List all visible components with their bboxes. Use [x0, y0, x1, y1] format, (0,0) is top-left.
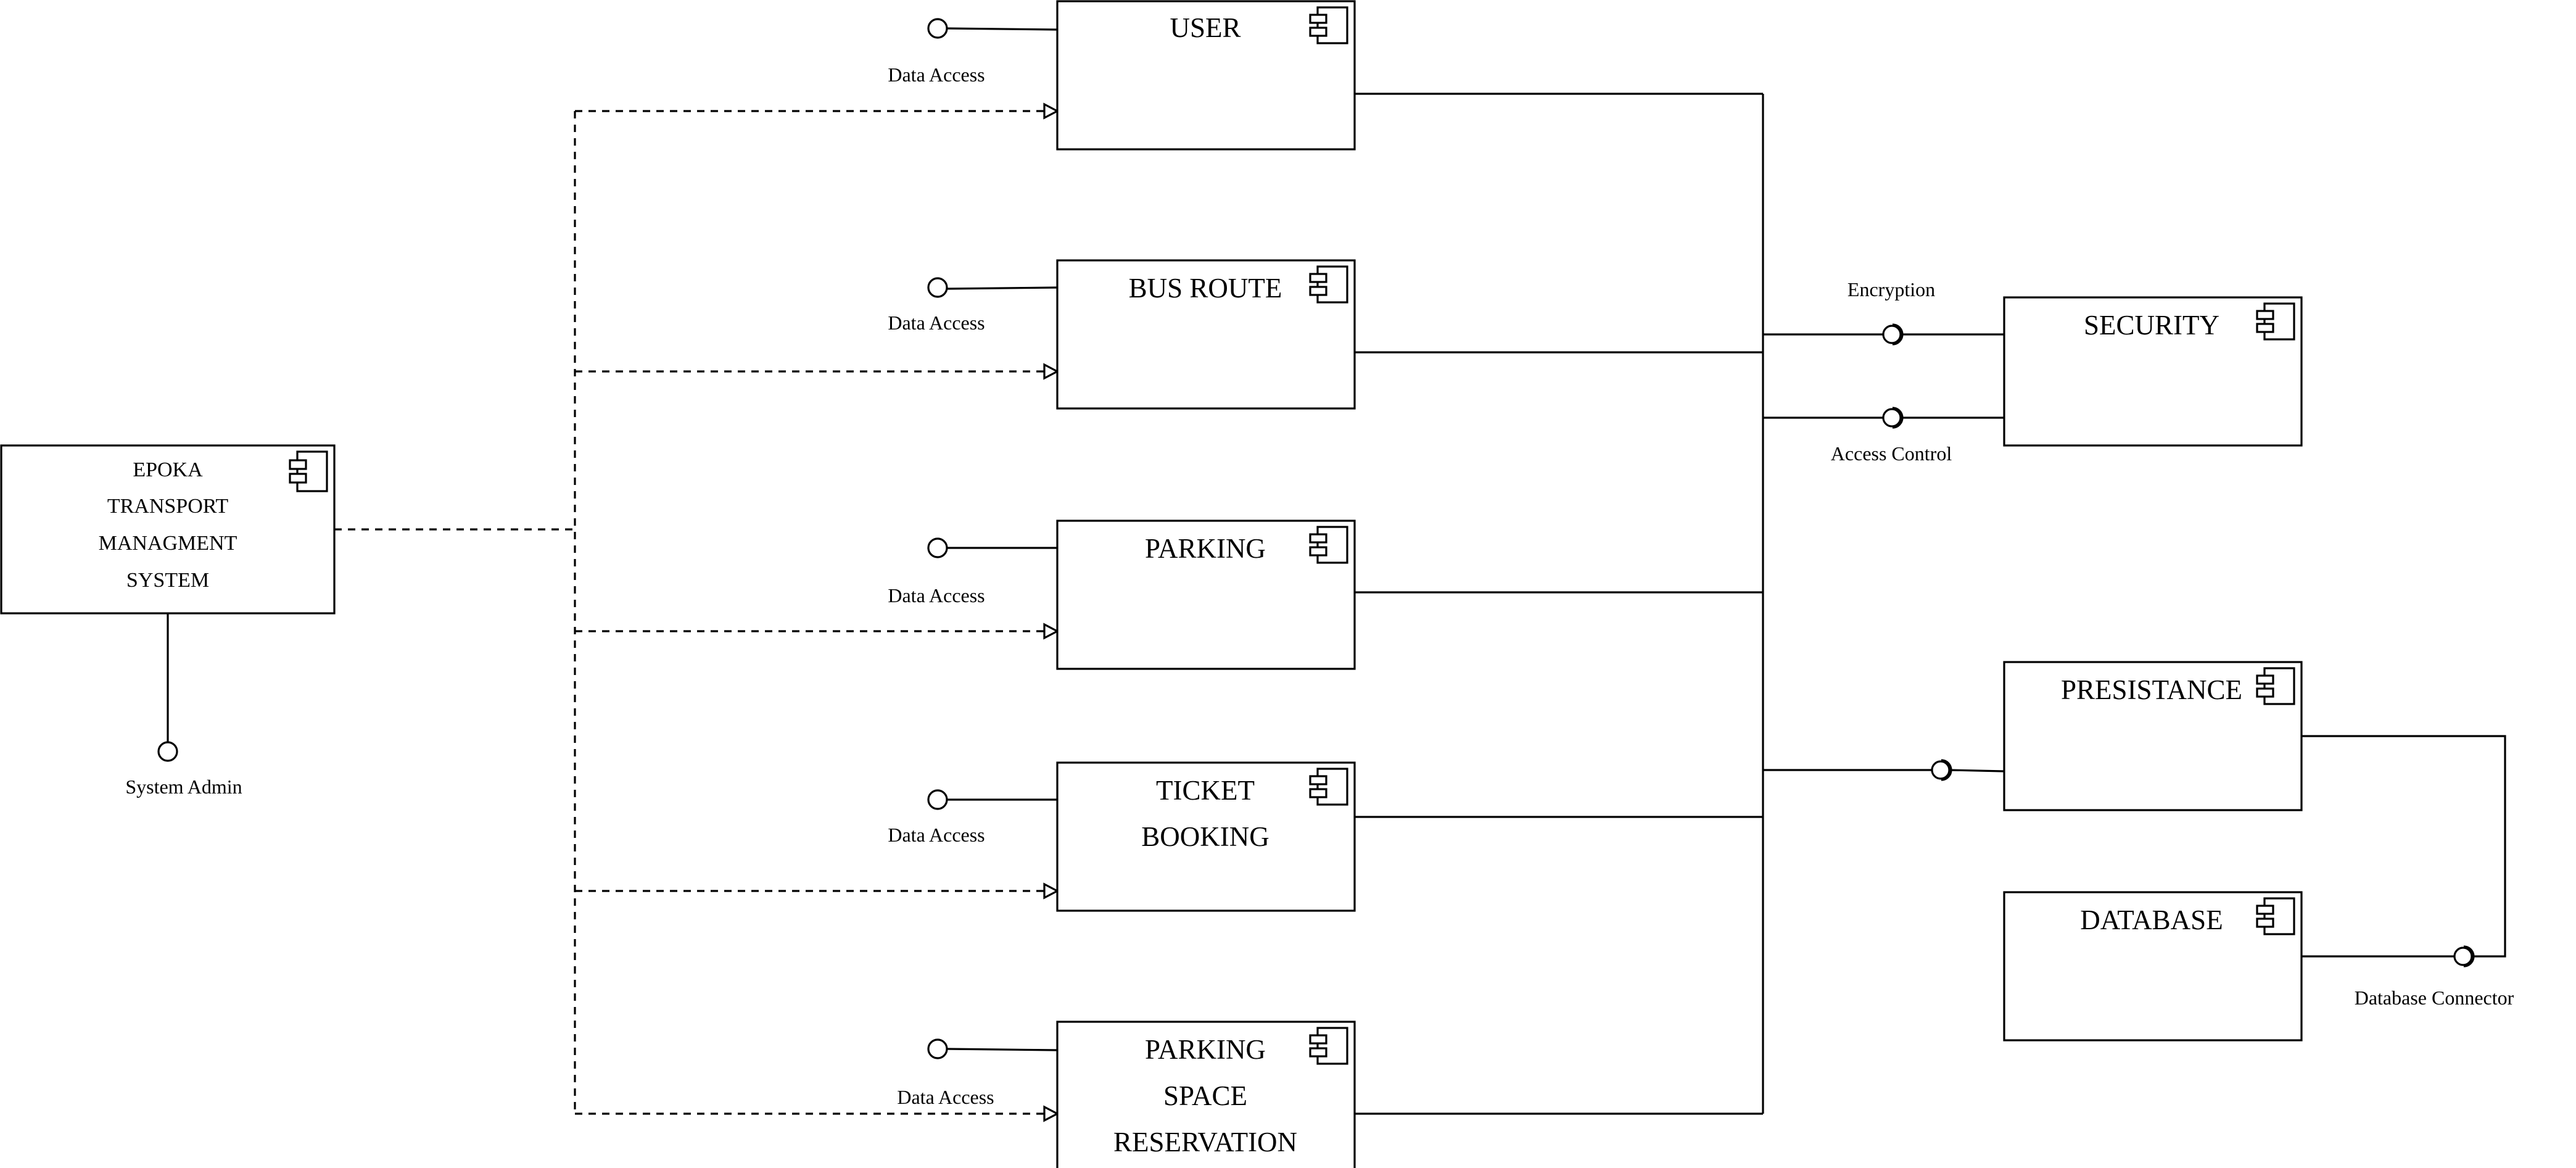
provided-interface-icon: [157, 741, 178, 762]
provided-interface-icon: [2453, 946, 2473, 966]
arrowhead-icon: [1043, 1105, 1060, 1122]
encryption-interface: Encryption: [1763, 278, 2004, 346]
module-title-line-3: RESERVATION: [1113, 1127, 1297, 1158]
security-component[interactable]: SECURITY: [2003, 296, 2303, 447]
provided-interface-icon: [1882, 408, 1902, 428]
provided-interface-icon: [1882, 325, 1902, 344]
module-title-line-2: SPACE: [1163, 1080, 1247, 1111]
port-label: Data Access: [888, 64, 985, 86]
parking-data-access-port: Data Access: [888, 537, 1057, 607]
module-bus-route[interactable]: BUS ROUTE: [1056, 259, 1356, 410]
module-title: BUS ROUTE: [1129, 273, 1282, 304]
provided-interface-icon: [927, 537, 948, 558]
module-ticket-booking[interactable]: TICKET BOOKING: [1056, 761, 1356, 912]
provided-interface-icon: [927, 18, 948, 39]
database-component[interactable]: DATABASE: [2003, 891, 2303, 1042]
module-title: PARKING: [1145, 533, 1266, 564]
access-control-label: Access Control: [1831, 442, 1952, 465]
bus-route-data-access-port: Data Access: [888, 277, 1058, 334]
provided-interface-icon: [927, 1038, 948, 1059]
persistence-title: PRESISTANCE: [2061, 674, 2242, 705]
access-control-interface: Access Control: [1763, 407, 2004, 465]
port-label: Data Access: [888, 312, 985, 334]
main-system-title-line-4: SYSTEM: [126, 569, 209, 592]
module-title-line-2: BOOKING: [1141, 821, 1269, 852]
parking-space-reservation-data-access-port: Data Access: [897, 1038, 1058, 1108]
port-label: Data Access: [897, 1086, 994, 1108]
system-admin-interface: System Admin: [125, 613, 242, 798]
main-system-title-line-1: EPOKA: [133, 458, 203, 481]
main-system-component[interactable]: EPOKA TRANSPORT MANAGMENT SYSTEM: [0, 444, 336, 615]
arrowhead-icon: [1043, 882, 1060, 900]
module-title: USER: [1170, 12, 1241, 43]
database-connector-interface: Database Connector: [2301, 735, 2514, 1009]
user-data-access-port: Data Access: [888, 18, 1058, 86]
module-user[interactable]: USER: [1056, 0, 1356, 151]
provided-interface-icon: [927, 277, 948, 298]
module-parking-space-reservation[interactable]: PARKING SPACE RESERVATION: [1056, 1021, 1356, 1168]
port-label: Data Access: [888, 584, 985, 607]
component-diagram: EPOKA TRANSPORT MANAGMENT SYSTEM System …: [0, 0, 2514, 1168]
ticket-booking-data-access-port: Data Access: [888, 789, 1057, 846]
provided-interface-icon: [1931, 760, 1951, 780]
system-admin-label: System Admin: [125, 776, 242, 798]
encryption-label: Encryption: [1847, 278, 1935, 300]
persistence-interface: [1763, 759, 2005, 781]
main-system-title-line-2: TRANSPORT: [107, 495, 229, 518]
arrowhead-icon: [1043, 623, 1060, 640]
persistence-component[interactable]: PRESISTANCE: [2003, 661, 2303, 811]
arrowhead-icon: [1043, 102, 1060, 120]
arrowhead-icon: [1043, 363, 1060, 380]
module-title-line-1: PARKING: [1145, 1034, 1266, 1065]
main-system-title-line-3: MANAGMENT: [99, 532, 237, 555]
module-title-line-1: TICKET: [1156, 775, 1255, 806]
module-parking[interactable]: PARKING: [1056, 520, 1356, 670]
port-label: Data Access: [888, 824, 985, 846]
database-connector-label: Database Connector: [2355, 987, 2514, 1009]
provided-interface-icon: [927, 789, 948, 810]
security-title: SECURITY: [2084, 310, 2219, 341]
database-title: DATABASE: [2080, 905, 2223, 935]
service-bus: [1355, 93, 1764, 1115]
dependency-lines: [334, 102, 1060, 1122]
